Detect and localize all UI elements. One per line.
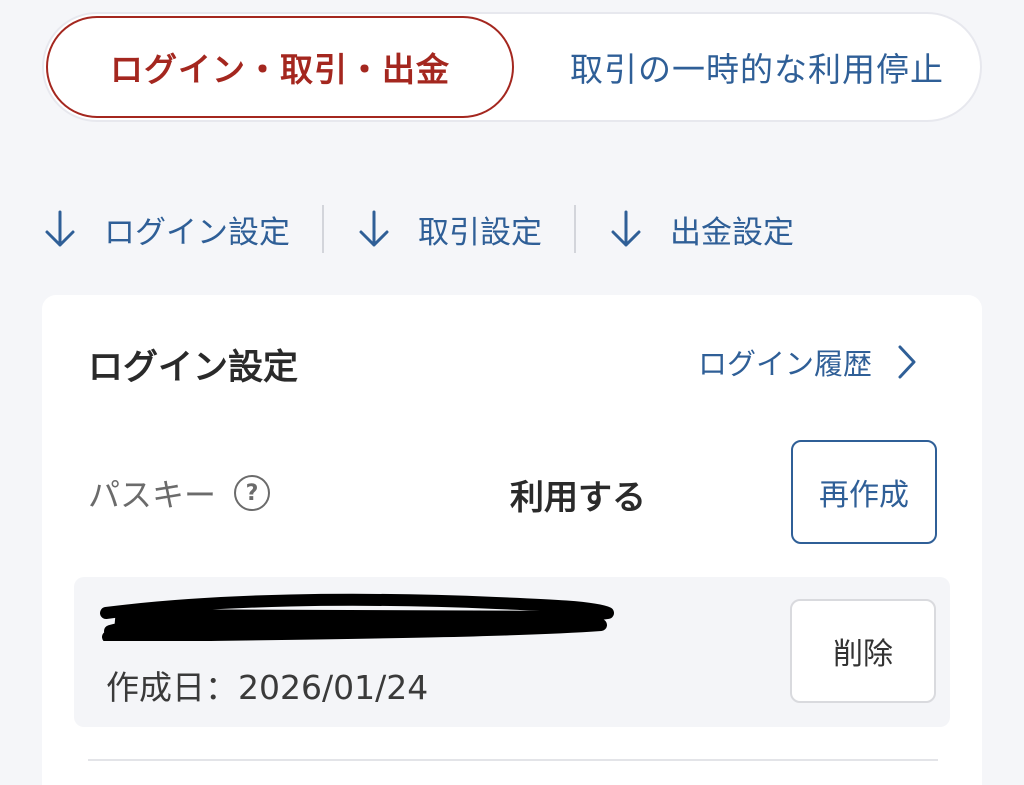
delete-button[interactable]: 削除 — [790, 599, 936, 703]
arrow-down-icon — [611, 210, 641, 247]
created-date: 作成日：2026/01/24 — [106, 668, 429, 707]
login-history-label: ログイン履歴 — [697, 347, 872, 381]
page: ログイン・取引・出金 取引の一時的な利用停止 ログイン設定 取引設定 出金設定 … — [0, 0, 1024, 785]
help-icon[interactable]: ? — [234, 475, 271, 511]
passkey-label: パスキー ? — [88, 470, 271, 516]
login-history-link[interactable]: ログイン履歴 — [698, 341, 918, 383]
passkey-status: 利用する — [510, 478, 646, 518]
jump-links: ログイン設定 取引設定 出金設定 — [42, 200, 794, 258]
jump-link-label: ログイン設定 — [104, 214, 290, 251]
jump-link-trade-settings[interactable]: 取引設定 — [356, 200, 542, 258]
recreate-button[interactable]: 再作成 — [791, 440, 937, 544]
divider — [88, 759, 938, 761]
registered-passkey-item: 作成日：2026/01/24 削除 — [74, 577, 950, 727]
tab-login-trade-withdraw[interactable]: ログイン・取引・出金 — [46, 16, 514, 118]
section-title: ログイン設定 — [88, 348, 299, 388]
jump-link-login-settings[interactable]: ログイン設定 — [42, 200, 290, 258]
passkey-row: パスキー ? 利用する 再作成 — [88, 440, 938, 544]
passkey-label-text: パスキー — [88, 476, 217, 514]
jump-link-label: 取引設定 — [418, 214, 542, 251]
tab-bar: ログイン・取引・出金 取引の一時的な利用停止 — [42, 12, 982, 122]
login-settings-card: ログイン設定 ログイン履歴 パスキー ? 利用する 再作成 作成日：2026/0… — [42, 295, 982, 785]
redaction-scribble — [100, 593, 614, 641]
divider — [574, 205, 576, 253]
tab-temporary-suspension[interactable]: 取引の一時的な利用停止 — [534, 14, 980, 120]
arrow-down-icon — [45, 210, 75, 247]
chevron-right-icon — [898, 345, 916, 379]
divider — [322, 205, 324, 253]
jump-link-label: 出金設定 — [670, 214, 794, 251]
arrow-down-icon — [359, 210, 389, 247]
jump-link-withdraw-settings[interactable]: 出金設定 — [608, 200, 794, 258]
